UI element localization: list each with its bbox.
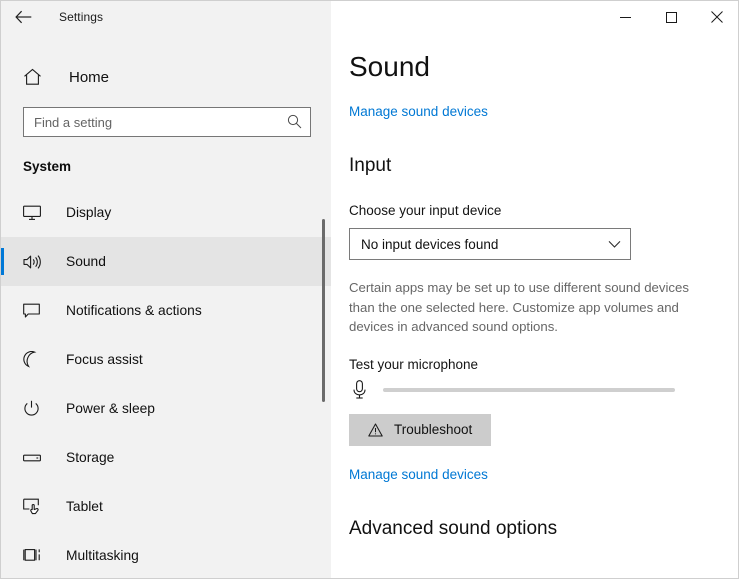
sidebar-item-label: Sound (66, 254, 106, 269)
window-controls (602, 1, 738, 33)
close-button[interactable] (694, 1, 738, 33)
sidebar-section-title: System (23, 159, 72, 174)
sidebar-item-focus-assist[interactable]: Focus assist (1, 335, 331, 384)
input-device-label: Choose your input device (349, 203, 502, 218)
sidebar-item-label: Power & sleep (66, 401, 155, 416)
input-device-value: No input devices found (361, 236, 499, 252)
sidebar-nav-list: Display Sound Notifications & actions Fo… (1, 188, 331, 578)
settings-content: Troubleshoot Manage sound devices Input … (331, 91, 738, 540)
search-box[interactable] (23, 107, 311, 137)
app-title: Settings (59, 10, 104, 24)
sidebar-item-home[interactable]: Home (1, 57, 331, 97)
sidebar-item-label: Display (66, 205, 112, 220)
multitasking-icon (23, 547, 45, 564)
advanced-sound-options-heading: Advanced sound options (349, 517, 558, 539)
comment-icon (23, 303, 45, 319)
chevron-down-icon (608, 240, 621, 249)
close-icon (711, 11, 723, 23)
microphone-level-meter (349, 379, 738, 400)
maximize-icon (665, 11, 677, 23)
search-input[interactable] (24, 108, 310, 136)
sidebar-home-label: Home (69, 68, 110, 86)
input-manage-sound-devices-link[interactable]: Manage sound devices (349, 467, 488, 482)
sidebar-item-sound[interactable]: Sound (1, 237, 331, 286)
settings-scroll-region[interactable]: Troubleshoot Manage sound devices Input … (331, 91, 738, 578)
speaker-icon (23, 254, 45, 270)
sidebar-item-label: Storage (66, 450, 115, 465)
tablet-touch-icon (23, 498, 45, 515)
sidebar-item-notifications-actions[interactable]: Notifications & actions (1, 286, 331, 335)
warning-triangle-icon (368, 422, 383, 437)
sidebar-item-label: Multitasking (66, 548, 139, 563)
minimize-icon (619, 12, 631, 23)
microphone-icon (349, 379, 369, 400)
input-troubleshoot-label: Troubleshoot (394, 422, 473, 437)
minimize-button[interactable] (602, 1, 648, 33)
input-device-select[interactable]: No input devices found (349, 228, 631, 260)
sidebar-item-tablet[interactable]: Tablet (1, 482, 331, 531)
sidebar-item-label: Tablet (66, 499, 103, 514)
title-bar-left-region: Settings (1, 1, 331, 33)
sidebar-scrollbar[interactable] (322, 219, 325, 402)
title-bar: Settings (1, 1, 738, 33)
test-microphone-label: Test your microphone (349, 356, 479, 372)
maximize-button[interactable] (648, 1, 694, 33)
microphone-level-track (383, 387, 675, 392)
sidebar: Home System Displ (1, 33, 331, 578)
home-icon (23, 68, 47, 86)
sidebar-item-storage[interactable]: Storage (1, 433, 331, 482)
input-section-heading: Input (349, 155, 392, 176)
input-troubleshoot-button[interactable]: Troubleshoot (349, 413, 492, 446)
sidebar-item-label: Notifications & actions (66, 303, 202, 318)
monitor-icon (23, 205, 45, 221)
settings-window: Settings Home Find a setting System Disp… (0, 0, 739, 579)
moon-icon (23, 351, 45, 368)
output-manage-sound-devices-link[interactable]: Manage sound devices (349, 104, 488, 119)
main-content: Sound Troubleshoot Manage sound devi (331, 33, 738, 578)
sidebar-item-multitasking[interactable]: Multitasking (1, 531, 331, 578)
page-title: Sound (349, 52, 442, 81)
search-icon (287, 114, 302, 134)
power-icon (23, 400, 45, 417)
sidebar-item-display[interactable]: Display (1, 188, 331, 237)
sidebar-item-power-sleep[interactable]: Power & sleep (1, 384, 331, 433)
back-arrow-icon (14, 10, 32, 24)
input-description: Certain apps may be set up to use differ… (349, 280, 689, 334)
back-button[interactable] (1, 1, 45, 33)
sidebar-item-label: Focus assist (66, 352, 143, 367)
drive-icon (23, 452, 45, 464)
